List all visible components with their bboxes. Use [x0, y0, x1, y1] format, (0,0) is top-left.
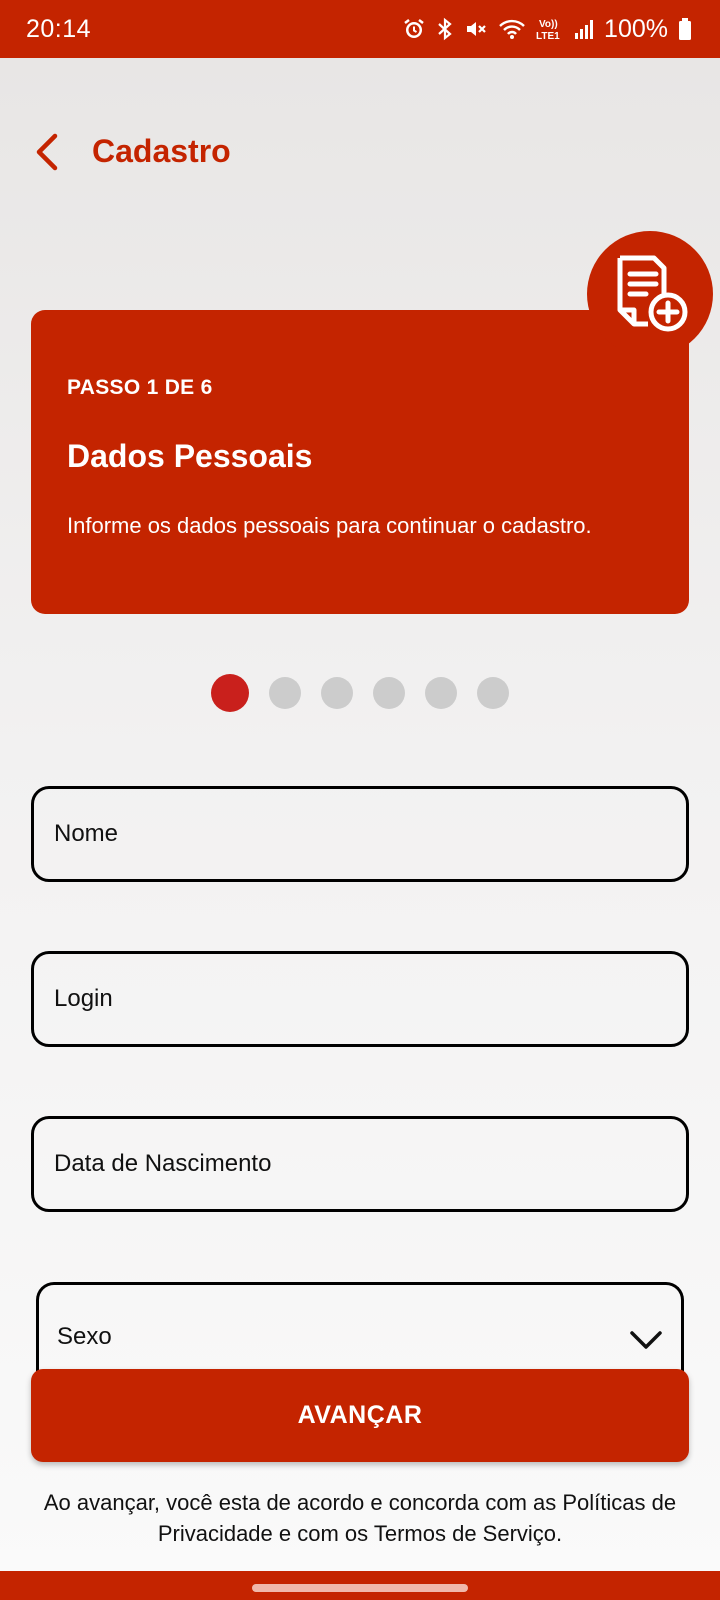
login-input[interactable]: Login — [31, 951, 689, 1047]
progress-dot-6 — [477, 677, 509, 709]
step-progress — [0, 673, 720, 713]
battery-icon — [678, 17, 692, 41]
name-placeholder: Nome — [54, 820, 119, 847]
status-icons: Vo)) LTE1 100% — [402, 15, 692, 44]
bluetooth-icon — [436, 17, 454, 41]
terms-text: Ao avançar, você esta de acordo e concor… — [43, 1490, 677, 1546]
step-card: PASSO 1 DE 6 Dados Pessoais Informe os d… — [31, 310, 689, 614]
progress-dot-2 — [269, 677, 301, 709]
back-button[interactable] — [22, 128, 70, 176]
progress-dot-4 — [373, 677, 405, 709]
chevron-left-icon — [36, 133, 58, 171]
page-title: Cadastro — [92, 133, 231, 169]
home-indicator[interactable] — [252, 1584, 468, 1592]
step-badge — [587, 231, 713, 357]
svg-text:LTE1: LTE1 — [536, 31, 560, 42]
wifi-icon — [498, 17, 526, 41]
volte-icon: Vo)) LTE1 — [536, 16, 564, 42]
status-bar: 20:14 Vo)) LTE1 100% — [0, 0, 720, 58]
step-title: Dados Pessoais — [67, 438, 313, 474]
alarm-icon — [402, 17, 426, 41]
document-add-icon — [617, 255, 688, 332]
chevron-down-icon — [630, 1331, 662, 1349]
name-input[interactable]: Nome — [31, 786, 689, 882]
step-description: Informe os dados pessoais para continuar… — [67, 513, 592, 538]
svg-text:Vo)): Vo)) — [539, 19, 558, 30]
signal-icon — [574, 17, 594, 41]
login-placeholder: Login — [54, 985, 113, 1012]
birthdate-input[interactable]: Data de Nascimento — [31, 1116, 689, 1212]
status-time: 20:14 — [26, 14, 92, 43]
progress-dot-5 — [425, 677, 457, 709]
birthdate-placeholder: Data de Nascimento — [54, 1150, 272, 1177]
step-label: PASSO 1 DE 6 — [67, 376, 213, 399]
battery-level: 100% — [604, 14, 668, 43]
progress-dot-3 — [321, 677, 353, 709]
mute-icon — [464, 17, 488, 41]
advance-button[interactable]: AVANÇAR — [31, 1369, 689, 1462]
progress-dot-1 — [211, 674, 249, 712]
sex-placeholder: Sexo — [57, 1323, 112, 1350]
